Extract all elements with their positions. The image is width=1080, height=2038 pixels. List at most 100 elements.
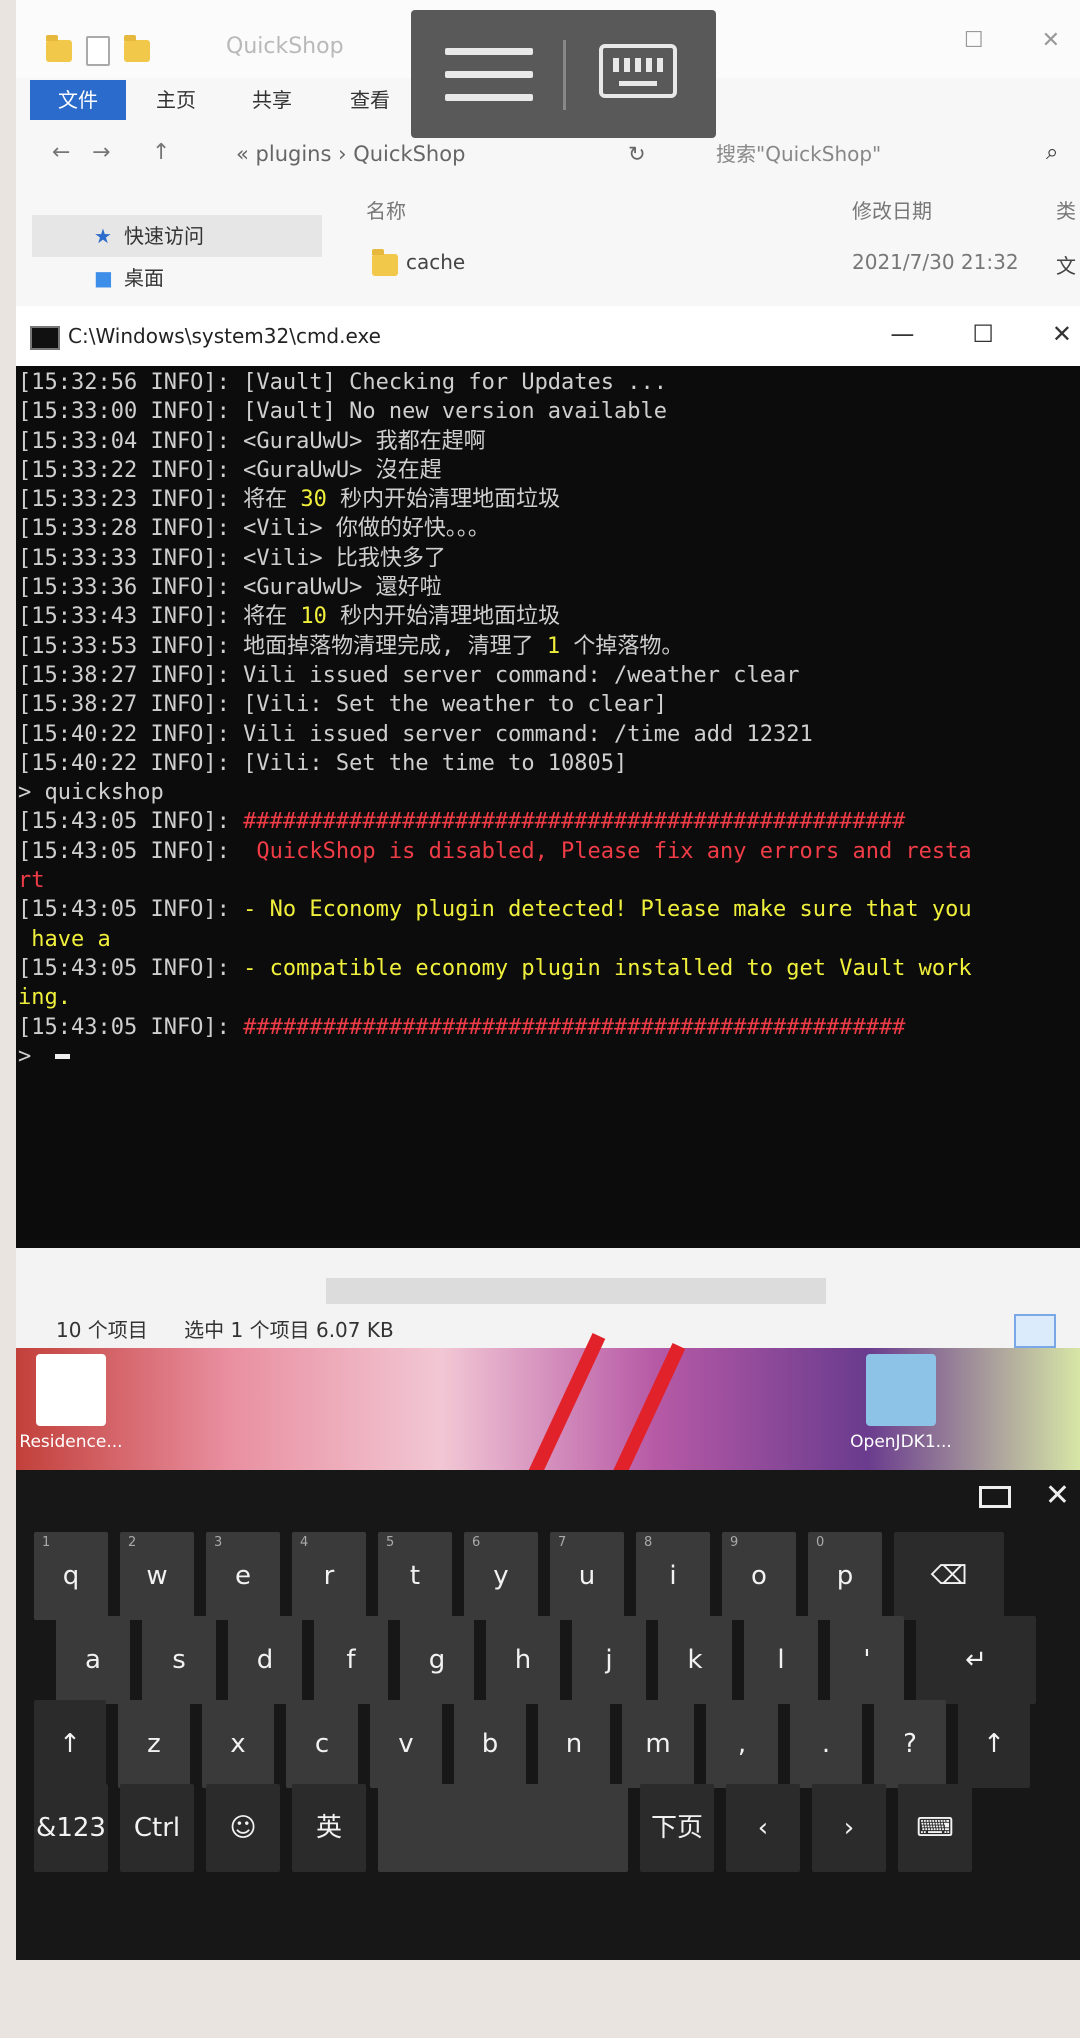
key-symbol[interactable]: ⌫ — [894, 1532, 1004, 1620]
nav-item-quick-access[interactable]: ★ 快速访问 — [32, 215, 322, 257]
key-symbol[interactable]: › — [812, 1784, 886, 1872]
key-y[interactable]: y6 — [464, 1532, 538, 1620]
key-&123[interactable]: &123 — [34, 1784, 108, 1872]
console-line: [15:33:04 INFO]: <GuraUwU> 我都在趕啊 — [18, 427, 1080, 456]
key-symbol[interactable]: ☺ — [206, 1784, 280, 1872]
space-key[interactable] — [378, 1784, 628, 1872]
file-modified: 2021/7/30 21:32 — [852, 250, 1019, 274]
key-j[interactable]: j — [572, 1616, 646, 1704]
key-ctrl[interactable]: Ctrl — [120, 1784, 194, 1872]
console-line: > quickshop — [18, 778, 1080, 807]
key-d[interactable]: d — [228, 1616, 302, 1704]
log-prefix: [15:40:22 INFO]: — [18, 750, 244, 776]
breadcrumb-quickshop[interactable]: QuickShop — [353, 142, 465, 166]
key-symbol[interactable]: ↑ — [34, 1700, 106, 1788]
console-line: ing. — [18, 983, 1080, 1012]
key-f[interactable]: f — [314, 1616, 388, 1704]
key-symbol[interactable]: ↵ — [916, 1616, 1036, 1704]
file-row[interactable]: cache 2021/7/30 21:32 文 — [356, 249, 1076, 292]
close-icon[interactable]: ✕ — [1052, 320, 1072, 348]
new-folder-icon[interactable] — [124, 35, 150, 62]
key-h[interactable]: h — [486, 1616, 560, 1704]
tab-file[interactable]: 文件 — [30, 80, 126, 120]
key-c[interactable]: c — [286, 1700, 358, 1788]
log-text: have a — [18, 926, 111, 952]
minimize-icon[interactable]: — — [890, 320, 914, 348]
back-arrow-icon[interactable]: ← — [52, 140, 70, 165]
key-k[interactable]: k — [658, 1616, 732, 1704]
column-name[interactable]: 名称 — [366, 195, 406, 224]
up-arrow-icon[interactable]: ↑ — [152, 140, 170, 165]
log-prefix: [15:38:27 INFO]: — [18, 692, 244, 718]
key-label: i — [669, 1561, 677, 1591]
key-s[interactable]: s — [142, 1616, 216, 1704]
key-v[interactable]: v — [370, 1700, 442, 1788]
key-symbol[interactable]: . — [790, 1700, 862, 1788]
key-n[interactable]: n — [538, 1700, 610, 1788]
nav-item-desktop[interactable]: ■ 桌面 — [32, 257, 322, 299]
console-output[interactable]: [15:32:56 INFO]: [Vault] Checking for Up… — [16, 368, 1080, 1248]
key-symbol[interactable]: ↑ — [958, 1700, 1030, 1788]
key-q[interactable]: q1 — [34, 1532, 108, 1620]
search-icon[interactable]: ⌕ — [1046, 140, 1058, 165]
tab-view[interactable]: 查看 — [350, 84, 390, 113]
key-x[interactable]: x — [202, 1700, 274, 1788]
log-prefix: [15:33:43 INFO]: — [18, 604, 244, 630]
column-modified[interactable]: 修改日期 — [852, 195, 932, 224]
console-icon — [30, 326, 60, 350]
desktop-icon-openjdk[interactable]: OpenJDK1... — [846, 1354, 956, 1452]
key-l[interactable]: l — [744, 1616, 818, 1704]
tab-home[interactable]: 主页 — [156, 84, 196, 113]
forward-arrow-icon[interactable]: → — [92, 140, 110, 165]
search-input[interactable]: 搜索"QuickShop" — [716, 136, 1056, 172]
tab-share[interactable]: 共享 — [252, 84, 292, 113]
breadcrumb-overflow[interactable]: « — [236, 142, 249, 166]
key-m[interactable]: m — [622, 1700, 694, 1788]
key-symbol[interactable]: 下页 — [640, 1784, 714, 1872]
dock-keyboard-icon[interactable] — [978, 1486, 1011, 1508]
desktop-icon: ■ — [94, 266, 113, 290]
key-p[interactable]: p0 — [808, 1532, 882, 1620]
key-r[interactable]: r4 — [292, 1532, 366, 1620]
details-view-button[interactable] — [1014, 1314, 1056, 1348]
key-a[interactable]: a — [56, 1616, 130, 1704]
keyboard-icon[interactable] — [599, 44, 677, 98]
desktop-icon-residence[interactable]: Residence... — [16, 1354, 126, 1452]
maximize-icon[interactable]: ☐ — [964, 28, 984, 53]
column-type[interactable]: 类 — [1056, 195, 1076, 224]
key-u[interactable]: u7 — [550, 1532, 624, 1620]
close-icon[interactable]: ✕ — [1042, 28, 1060, 53]
key-label: y — [493, 1561, 509, 1591]
key-label: w — [146, 1561, 168, 1591]
maximize-icon[interactable]: ☐ — [972, 320, 994, 348]
key-w[interactable]: w2 — [120, 1532, 194, 1620]
key-symbol[interactable]: 英 — [292, 1784, 366, 1872]
key-label: q — [62, 1561, 80, 1591]
key-z[interactable]: z — [118, 1700, 190, 1788]
key-t[interactable]: t5 — [378, 1532, 452, 1620]
menu-icon[interactable] — [445, 48, 533, 102]
horizontal-scrollbar[interactable] — [326, 1278, 826, 1304]
log-text: quickshop — [44, 780, 164, 806]
properties-icon[interactable] — [86, 36, 110, 66]
key-g[interactable]: g — [400, 1616, 474, 1704]
key-symbol[interactable]: ‹ — [726, 1784, 800, 1872]
key-o[interactable]: o9 — [722, 1532, 796, 1620]
key-i[interactable]: i8 — [636, 1532, 710, 1620]
close-keyboard-icon[interactable]: ✕ — [1045, 1478, 1070, 1513]
key-label: u — [578, 1561, 596, 1591]
key-b[interactable]: b — [454, 1700, 526, 1788]
log-prefix: [15:33:00 INFO]: — [18, 399, 244, 425]
breadcrumb-plugins[interactable]: plugins — [256, 142, 332, 166]
key-symbol[interactable]: ' — [830, 1616, 904, 1704]
console-line: [15:33:28 INFO]: <Vili> 你做的好快。。。 — [18, 514, 1080, 543]
address-bar[interactable]: « plugins › QuickShop ↻ — [236, 136, 656, 172]
key-symbol[interactable]: ? — [874, 1700, 946, 1788]
log-text: Vili issued server command: /weather cle… — [243, 662, 800, 688]
key-e[interactable]: e3 — [206, 1532, 280, 1620]
key-label: j — [605, 1645, 613, 1675]
key-symbol[interactable]: ⌨ — [898, 1784, 972, 1872]
refresh-icon[interactable]: ↻ — [628, 136, 646, 172]
console-line: [15:43:05 INFO]: - No Economy plugin det… — [18, 895, 1080, 924]
key-symbol[interactable]: , — [706, 1700, 778, 1788]
